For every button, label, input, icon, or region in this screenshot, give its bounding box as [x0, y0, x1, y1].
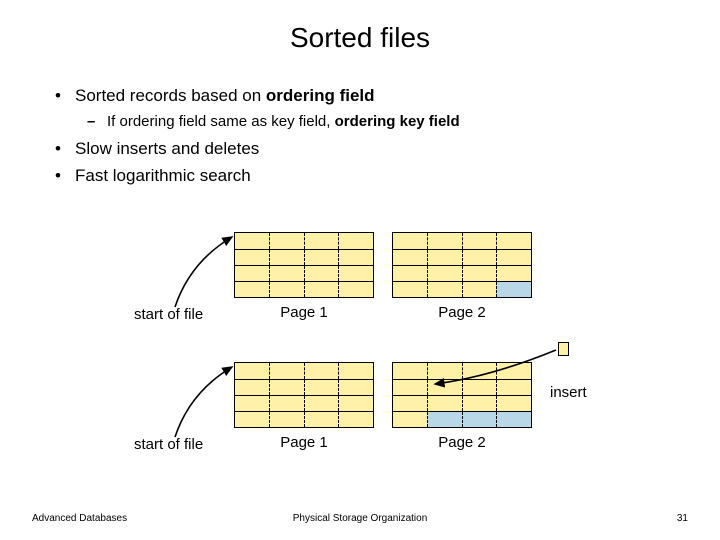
bullet-1: •Sorted records based on ordering field — [55, 85, 675, 108]
bullet-1-text: Sorted records based on — [75, 86, 266, 105]
bullet-1-sub: –If ordering field same as key field, or… — [87, 112, 675, 132]
page2-label-top: Page 2 — [392, 304, 532, 321]
bullet-3-text: Fast logarithmic search — [75, 166, 251, 185]
bullet-1-sub-bold: ordering key field — [335, 113, 460, 130]
page1-top — [234, 232, 374, 298]
page1-label-top: Page 1 — [234, 304, 374, 321]
page1-label-bottom: Page 1 — [234, 434, 374, 451]
page2-label-bottom: Page 2 — [392, 434, 532, 451]
slide: Sorted files •Sorted records based on or… — [0, 0, 720, 540]
slide-title: Sorted files — [0, 22, 720, 54]
bullet-2: •Slow inserts and deletes — [55, 138, 675, 161]
slide-body: •Sorted records based on ordering field … — [55, 85, 675, 192]
bullet-1-sub-text: If ordering field same as key field, — [107, 113, 335, 130]
footer-page-number: 31 — [677, 513, 688, 524]
start-of-file-label-2: start of file — [134, 436, 203, 453]
bullet-1-bold: ordering field — [266, 86, 375, 105]
insert-label: insert — [550, 384, 587, 401]
footer-center: Physical Storage Organization — [0, 513, 720, 524]
page1-bottom — [234, 362, 374, 428]
bullet-3: •Fast logarithmic search — [55, 165, 675, 188]
bullet-dash: – — [87, 112, 107, 132]
bullet-dot: • — [55, 165, 75, 188]
page2-bottom — [392, 362, 532, 428]
bullet-2-text: Slow inserts and deletes — [75, 139, 259, 158]
page2-top — [392, 232, 532, 298]
bullet-dot: • — [55, 85, 75, 108]
start-of-file-label-1: start of file — [134, 306, 203, 323]
bullet-dot: • — [55, 138, 75, 161]
insert-record-icon — [558, 342, 569, 356]
